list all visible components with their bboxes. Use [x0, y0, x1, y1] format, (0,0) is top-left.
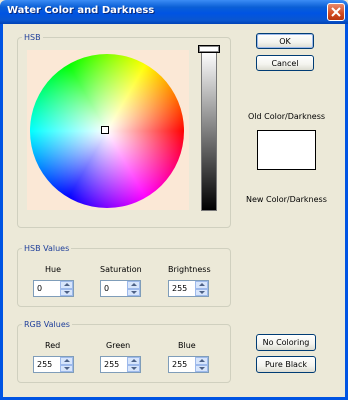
brightness-slider-thumb[interactable] [198, 45, 220, 53]
close-button[interactable] [327, 3, 345, 21]
saturation-stepper[interactable] [100, 280, 141, 297]
rgb-values-legend: RGB Values [24, 320, 70, 329]
ok-button[interactable]: OK [256, 33, 314, 49]
brightness-decrement-button[interactable] [195, 288, 208, 296]
hue-spin-arrows[interactable] [60, 281, 73, 296]
saturation-input[interactable] [101, 281, 127, 296]
arrow-down-icon [63, 366, 70, 370]
window-title: Water Color and Darkness [7, 5, 155, 16]
green-increment-button[interactable] [127, 357, 140, 365]
hue-decrement-button[interactable] [60, 288, 73, 296]
brightness-input[interactable] [169, 281, 195, 296]
hue-increment-button[interactable] [60, 281, 73, 289]
red-decrement-button[interactable] [60, 364, 73, 372]
red-increment-button[interactable] [60, 357, 73, 365]
blue-decrement-button[interactable] [195, 364, 208, 372]
hsb-values-legend: HSB Values [24, 244, 70, 253]
arrow-down-icon [130, 290, 137, 294]
arrow-down-icon [198, 366, 205, 370]
pure-black-button[interactable]: Pure Black [256, 356, 316, 373]
red-label: Red [45, 341, 61, 350]
hsb-group-legend: HSB [24, 33, 41, 42]
green-stepper[interactable] [100, 356, 141, 373]
blue-spin-arrows[interactable] [195, 357, 208, 372]
brightness-label: Brightness [168, 265, 211, 274]
color-wheel-marker[interactable] [101, 126, 109, 134]
close-icon [331, 7, 341, 17]
green-label: Green [106, 341, 131, 350]
old-color-label: Old Color/Darkness [248, 112, 326, 121]
arrow-down-icon [130, 366, 137, 370]
arrow-up-icon [130, 359, 137, 363]
rgb-values-group: RGB Values [17, 320, 231, 383]
saturation-label: Saturation [100, 265, 142, 274]
title-bar[interactable]: Water Color and Darkness [0, 0, 348, 24]
blue-stepper[interactable] [168, 356, 209, 373]
arrow-up-icon [198, 359, 205, 363]
blue-label: Blue [178, 341, 196, 350]
green-input[interactable] [101, 357, 127, 372]
arrow-up-icon [130, 283, 137, 287]
brightness-slider[interactable] [201, 50, 217, 211]
hue-input[interactable] [34, 281, 60, 296]
blue-input[interactable] [169, 357, 195, 372]
cancel-button[interactable]: Cancel [256, 55, 314, 71]
red-stepper[interactable] [33, 356, 74, 373]
brightness-increment-button[interactable] [195, 281, 208, 289]
blue-increment-button[interactable] [195, 357, 208, 365]
hue-stepper[interactable] [33, 280, 74, 297]
hsb-values-group: HSB Values [17, 244, 231, 307]
saturation-decrement-button[interactable] [127, 288, 140, 296]
green-decrement-button[interactable] [127, 364, 140, 372]
brightness-stepper[interactable] [168, 280, 209, 297]
arrow-down-icon [63, 290, 70, 294]
brightness-spin-arrows[interactable] [195, 281, 208, 296]
color-preview-swatch [257, 130, 316, 170]
red-input[interactable] [34, 357, 60, 372]
saturation-spin-arrows[interactable] [127, 281, 140, 296]
arrow-up-icon [63, 283, 70, 287]
hue-label: Hue [45, 265, 62, 274]
saturation-increment-button[interactable] [127, 281, 140, 289]
arrow-up-icon [198, 283, 205, 287]
arrow-up-icon [63, 359, 70, 363]
red-spin-arrows[interactable] [60, 357, 73, 372]
arrow-down-icon [198, 290, 205, 294]
new-color-label: New Color/Darkness [246, 195, 327, 204]
green-spin-arrows[interactable] [127, 357, 140, 372]
no-coloring-button[interactable]: No Coloring [256, 334, 316, 351]
